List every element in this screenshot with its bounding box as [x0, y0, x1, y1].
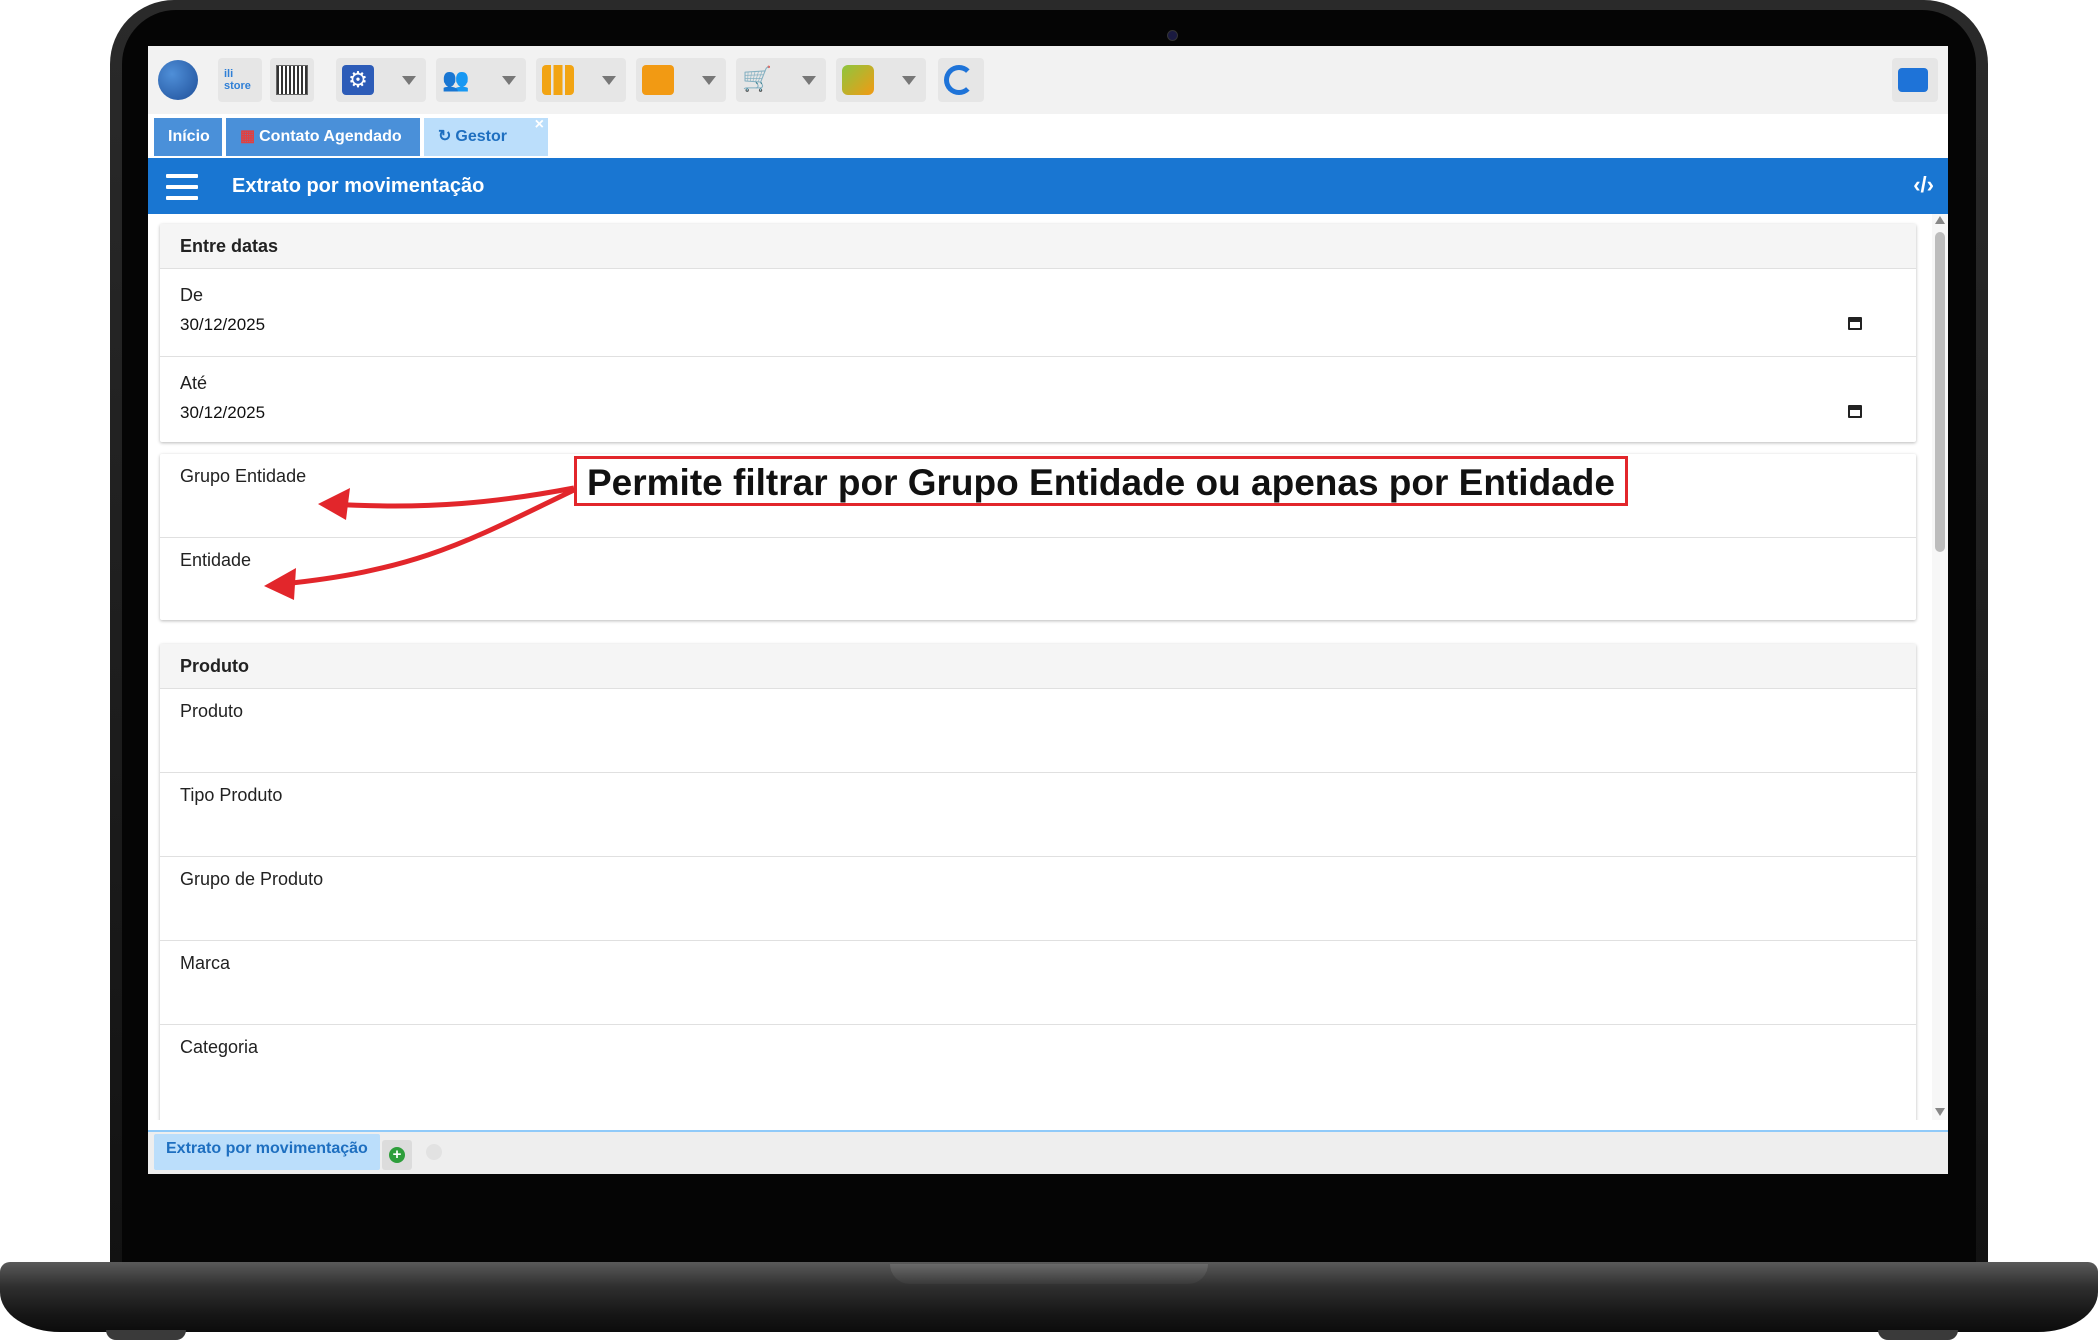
store-icon[interactable]: ili store	[218, 58, 262, 102]
users-icon: 👥	[442, 67, 470, 92]
tab-label: Gestor	[455, 128, 507, 145]
tab-contato-agendado[interactable]: ▦ Contato Agendado	[226, 118, 420, 156]
bottom-tab-bar: Extrato por movimentação +	[148, 1130, 1948, 1174]
annotation-callout: Permite filtrar por Grupo Entidade ou ap…	[574, 456, 1628, 506]
chat-icon	[1898, 68, 1928, 92]
scroll-thumb[interactable]	[1935, 232, 1945, 552]
page-header: Extrato por movimentação ‹/›	[148, 158, 1948, 214]
grupo-de-produto-field[interactable]: Grupo de Produto	[160, 857, 1916, 941]
scroll-down-icon[interactable]	[1935, 1108, 1945, 1116]
field-label: Até	[180, 373, 208, 393]
field-label: Tipo Produto	[180, 785, 283, 805]
chevron-down-icon	[602, 76, 616, 85]
chevron-down-icon	[802, 76, 816, 85]
bottom-tab-extrato[interactable]: Extrato por movimentação	[154, 1134, 380, 1170]
calendar-icon[interactable]	[1848, 317, 1862, 330]
tab-bar: Início ▦ Contato Agendado ↻ Gestor ×	[148, 116, 1948, 156]
cart-menu-button[interactable]: 🛒	[736, 58, 826, 102]
chevron-down-icon	[402, 76, 416, 85]
package-hands-icon	[842, 65, 874, 95]
code-icon[interactable]: ‹/›	[1913, 172, 1934, 198]
produto-field[interactable]: Produto	[160, 689, 1916, 773]
refresh-icon	[944, 65, 974, 95]
package-menu-button[interactable]	[836, 58, 926, 102]
close-tab-icon[interactable]: ×	[535, 106, 544, 144]
users-menu-button[interactable]: 👥	[436, 58, 526, 102]
add-tab-button[interactable]: +	[382, 1140, 412, 1170]
app-screen: ili store ⚙ 👥 🛒 Início ▦ Contato Agendad…	[148, 46, 1948, 1174]
produto-card: Produto Produto Tipo Produto Grupo de Pr…	[160, 644, 1916, 1120]
field-label: De	[180, 285, 204, 305]
section-title: Produto	[160, 644, 1916, 689]
chat-button[interactable]	[1892, 58, 1938, 102]
de-date-field[interactable]: De 30/12/2025	[160, 269, 1916, 357]
field-label: Grupo Entidade	[180, 466, 307, 486]
bar-chart-icon	[542, 65, 574, 95]
box-menu-button[interactable]	[636, 58, 726, 102]
date-input[interactable]: 30/12/2025	[180, 315, 265, 335]
top-toolbar: ili store ⚙ 👥 🛒	[148, 46, 1948, 114]
categoria-field[interactable]: Categoria	[160, 1025, 1916, 1109]
laptop-foot-left	[106, 1330, 186, 1340]
form-content: Entre datas De 30/12/2025 Até 30/12/2025…	[148, 214, 1932, 1120]
calendar-icon: ▦	[240, 128, 256, 145]
gear-icon: ⚙	[342, 65, 374, 95]
section-title: Entre datas	[160, 224, 1916, 269]
plus-icon: +	[389, 1147, 405, 1163]
vertical-scrollbar[interactable]	[1932, 214, 1948, 1120]
field-label: Grupo de Produto	[180, 869, 324, 889]
field-label: Marca	[180, 953, 231, 973]
box-icon	[642, 65, 674, 95]
field-label: Categoria	[180, 1037, 259, 1057]
laptop-foot-right	[1878, 1330, 1958, 1340]
laptop-hinge-notch	[890, 1264, 1208, 1284]
entre-datas-card: Entre datas De 30/12/2025 Até 30/12/2025	[160, 224, 1916, 442]
shopping-cart-icon: 🛒	[742, 66, 772, 93]
calendar-icon[interactable]	[1848, 405, 1862, 418]
tipo-produto-field[interactable]: Tipo Produto	[160, 773, 1916, 857]
camera-icon	[1167, 30, 1178, 41]
refresh-button[interactable]	[938, 58, 984, 102]
reports-menu-button[interactable]	[536, 58, 626, 102]
date-input[interactable]: 30/12/2025	[180, 403, 265, 423]
scroll-up-icon[interactable]	[1935, 216, 1945, 224]
tab-inicio[interactable]: Início	[154, 118, 222, 156]
hamburger-menu-icon[interactable]	[166, 174, 198, 200]
tab-gestor[interactable]: ↻ Gestor ×	[424, 116, 548, 156]
chevron-down-icon	[902, 76, 916, 85]
tab-label: Contato Agendado	[259, 128, 402, 145]
tab-label: Início	[168, 128, 210, 145]
field-label: Produto	[180, 701, 244, 721]
gestor-refresh-icon: ↻	[438, 128, 452, 145]
barcode-boleto-icon[interactable]	[270, 58, 314, 102]
page-title: Extrato por movimentação	[232, 175, 485, 197]
chevron-down-icon	[502, 76, 516, 85]
chevron-down-icon	[702, 76, 716, 85]
field-label: Entidade	[180, 550, 252, 570]
app-logo-icon[interactable]	[158, 60, 198, 100]
marca-field[interactable]: Marca	[160, 941, 1916, 1025]
settings-menu-button[interactable]: ⚙	[336, 58, 426, 102]
entidade-field[interactable]: Entidade	[160, 538, 1916, 620]
close-icon[interactable]	[426, 1144, 442, 1160]
ate-date-field[interactable]: Até 30/12/2025	[160, 357, 1916, 443]
